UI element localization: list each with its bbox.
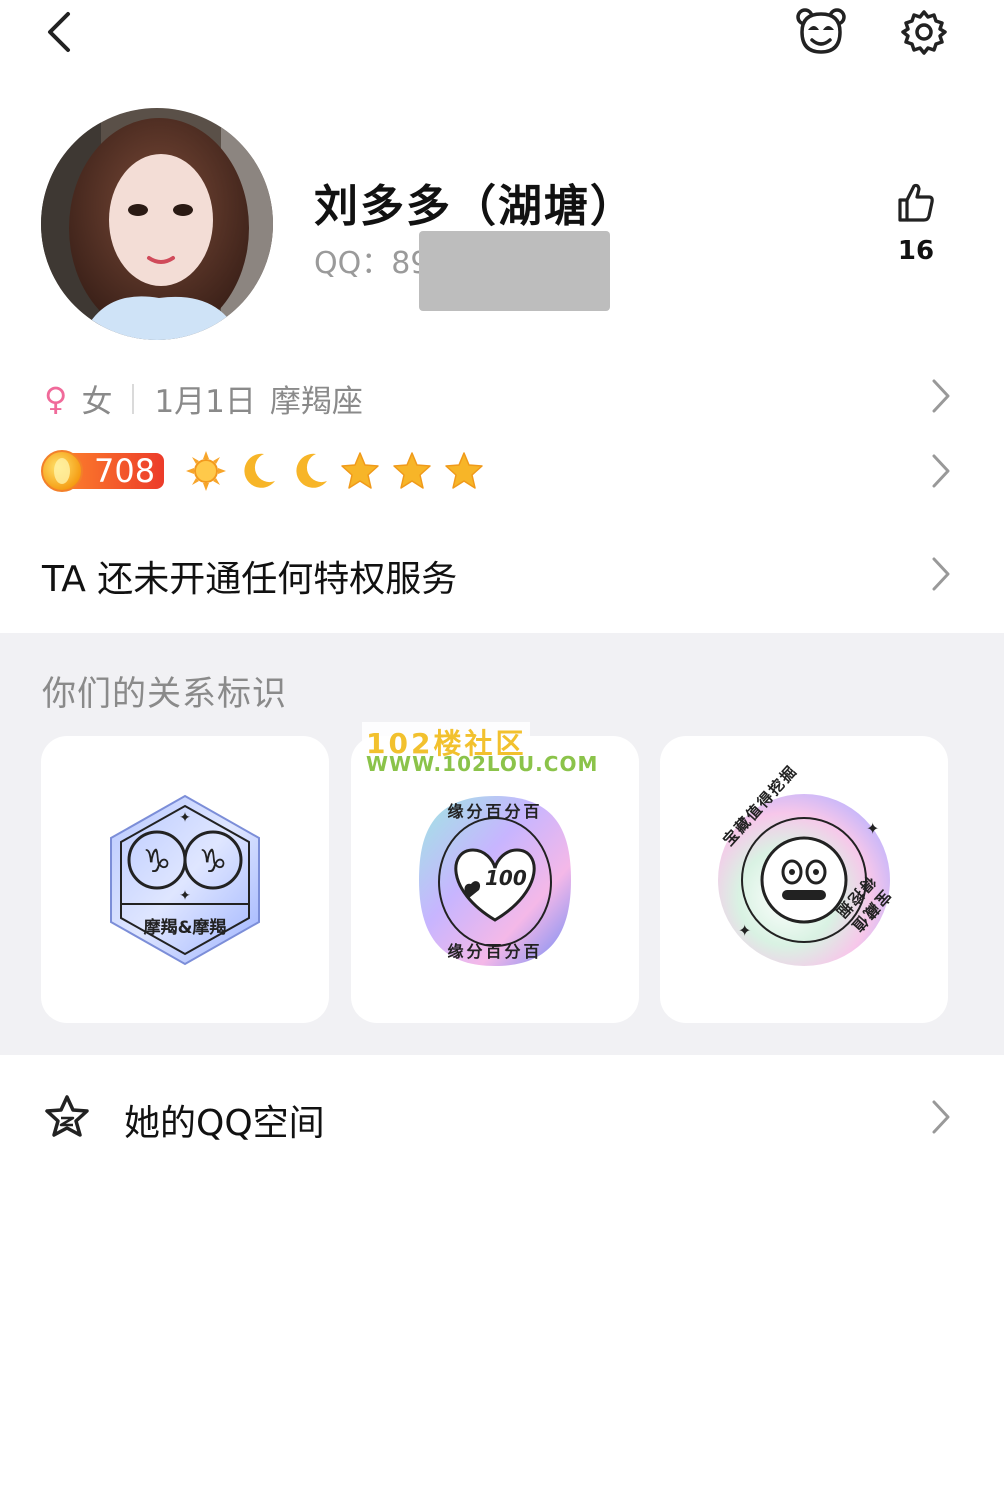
panda-face-icon[interactable] — [796, 8, 846, 56]
chevron-right-icon[interactable] — [930, 453, 952, 489]
relation-label-zodiac: 摩羯&摩羯 — [143, 918, 227, 938]
gender-label: 女 — [81, 384, 113, 420]
female-icon: ♀ — [44, 379, 68, 418]
svg-text:✦: ✦ — [179, 888, 191, 904]
relation-card-zodiac[interactable]: ♑ ♑ ✦ ✦ 摩羯&摩羯 — [41, 736, 329, 1023]
svg-text:✦: ✦ — [866, 819, 879, 838]
qzone-label[interactable]: 她的QQ空间 — [124, 1094, 325, 1146]
moon-icon — [296, 453, 327, 488]
relations-title: 你们的关系标识 — [42, 674, 287, 714]
svg-text:✦: ✦ — [738, 921, 751, 940]
likes-count[interactable]: 16 — [880, 236, 952, 266]
avatar[interactable] — [41, 108, 273, 340]
moon-icon — [244, 453, 275, 488]
star-icon — [341, 452, 379, 489]
star-icon — [445, 452, 483, 489]
birthday-label: 1月1日 — [154, 384, 256, 420]
divider — [132, 383, 135, 414]
profile-name: 刘多多（湖塘） — [314, 181, 636, 232]
thumbs-up-icon[interactable] — [896, 182, 936, 224]
privilege-text[interactable]: TA 还未开通任何特权服务 — [42, 550, 457, 602]
relation-number: 100 — [485, 866, 527, 890]
chevron-right-icon[interactable] — [930, 1099, 952, 1135]
relation-label-destiny-bottom: 缘分百分百 — [447, 942, 543, 961]
basic-info-row[interactable]: ♀ 女 1月1日 摩羯座 — [44, 376, 363, 421]
zodiac-label: 摩羯座 — [269, 384, 363, 420]
svg-text:♑: ♑ — [143, 842, 172, 880]
back-icon[interactable] — [44, 10, 74, 54]
watermark-url: WWW.102LOU.COM — [366, 752, 599, 776]
chevron-right-icon[interactable] — [930, 556, 952, 592]
sun-icon — [186, 451, 226, 491]
svg-text:✦: ✦ — [179, 810, 191, 826]
qzone-star-icon — [45, 1095, 89, 1137]
chevron-right-icon[interactable] — [930, 378, 952, 414]
relation-card-destiny[interactable]: 100 缘分百分百 缘分百分百 — [351, 736, 639, 1023]
qq-number[interactable]: QQ：89 — [314, 238, 429, 282]
level-value: 708 — [94, 452, 156, 490]
redaction-mask — [419, 231, 610, 311]
star-icon — [393, 452, 431, 489]
svg-text:♑: ♑ — [199, 842, 228, 880]
gear-icon[interactable] — [900, 8, 948, 56]
relation-label-destiny-top: 缘分百分百 — [447, 802, 543, 821]
relation-card-treasure[interactable]: ✦ ✦ 宝藏值得挖掘 宝藏值得挖掘 — [660, 736, 948, 1023]
